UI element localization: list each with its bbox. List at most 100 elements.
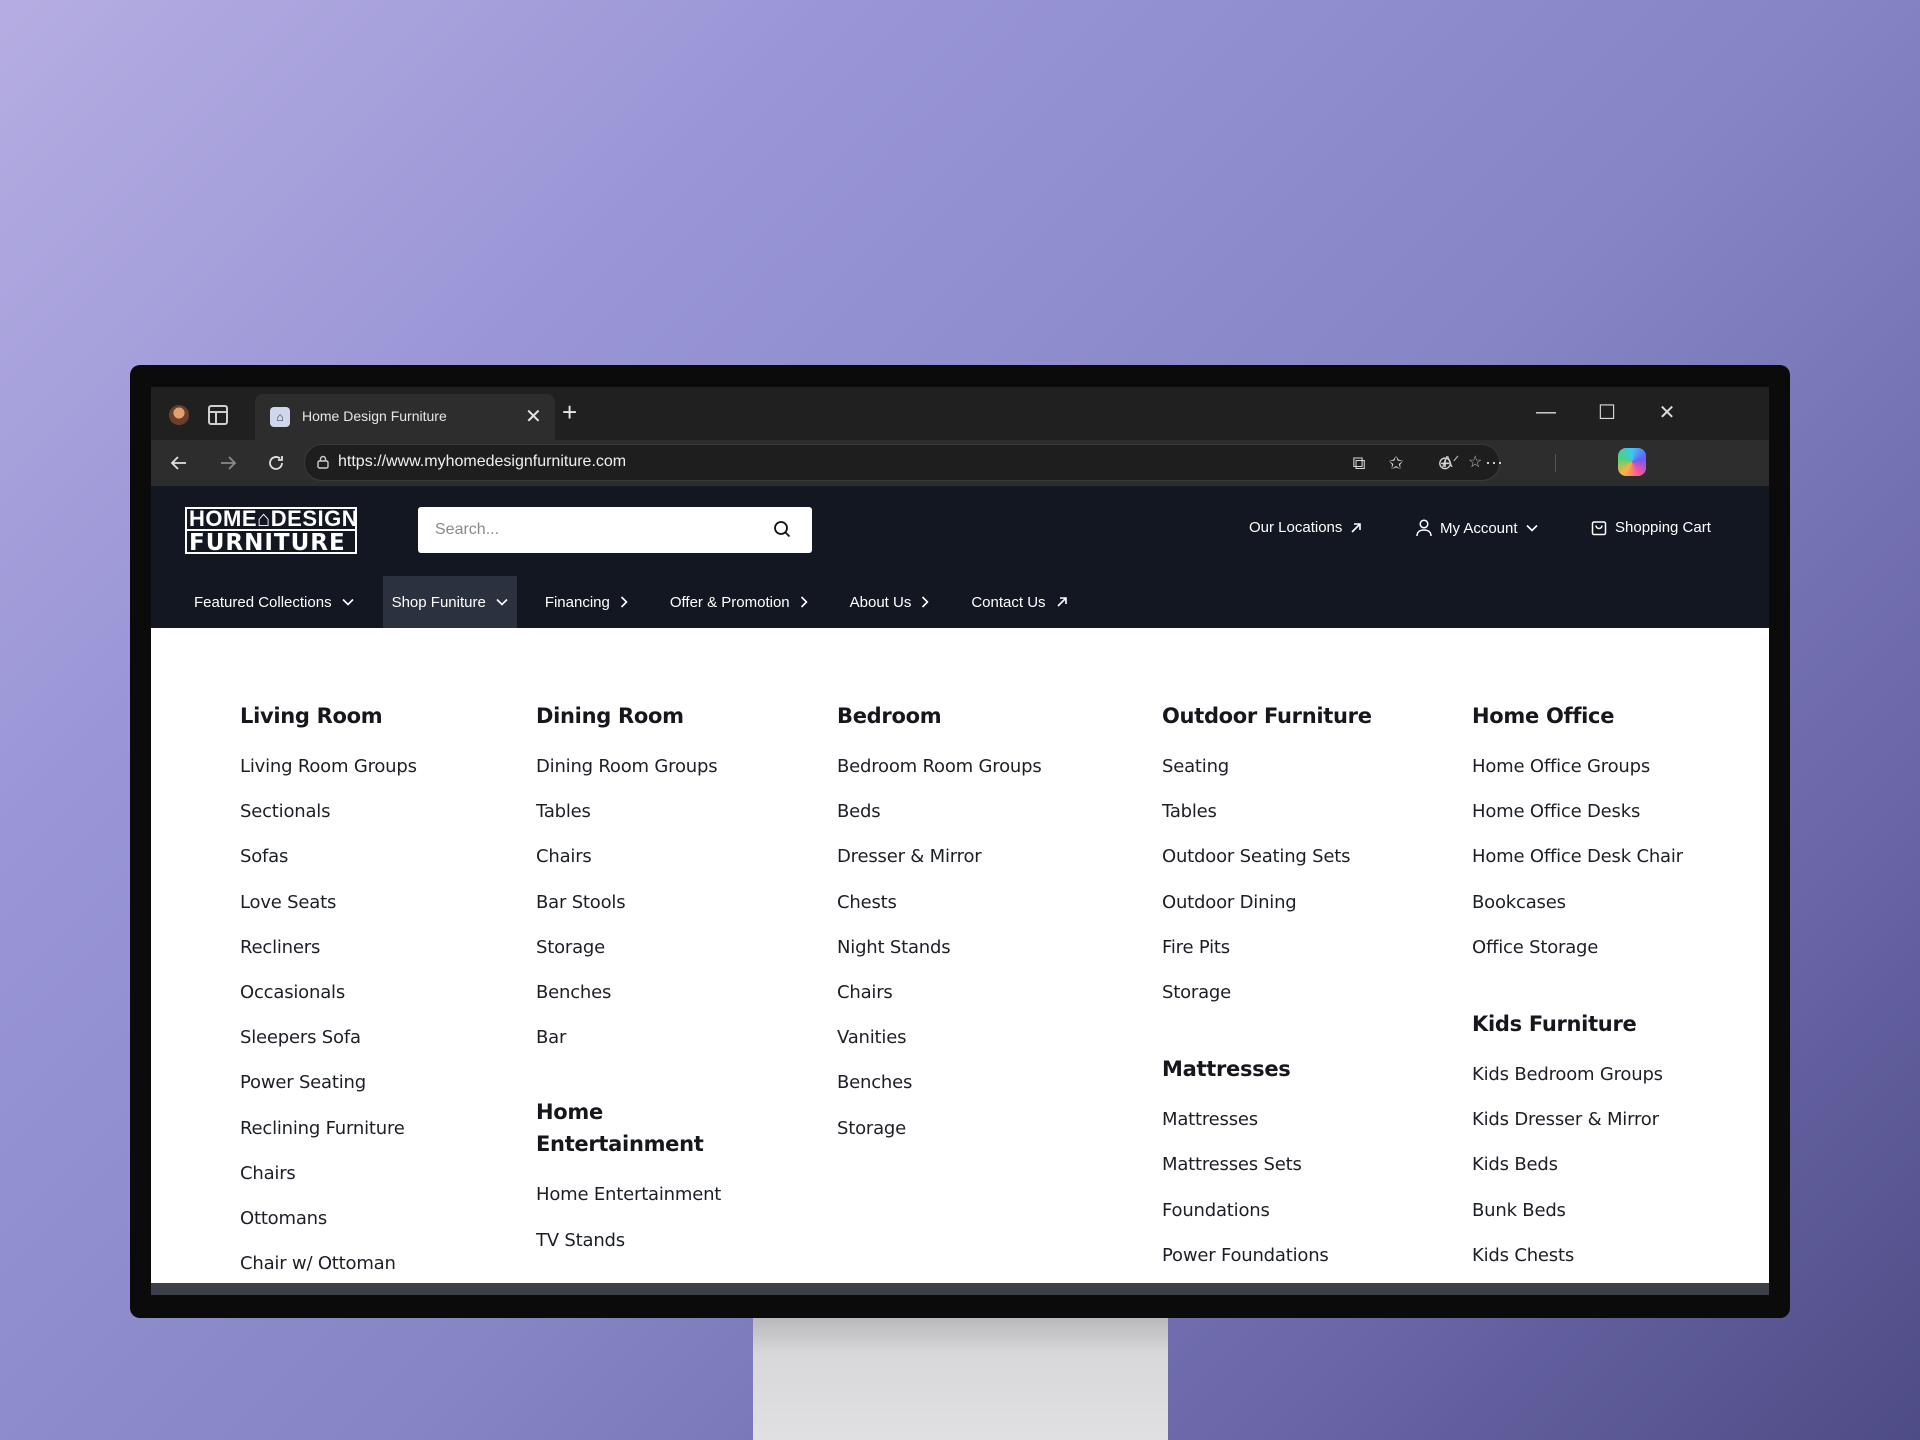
menu-link[interactable]: TV Stands [536, 1218, 721, 1263]
bedroom-heading[interactable]: Bedroom [837, 700, 1042, 732]
tab-actions-icon[interactable] [208, 405, 228, 425]
chevron-right-icon [800, 596, 808, 608]
menu-link[interactable]: Chests [837, 880, 1042, 925]
nav-shop-furniture[interactable]: Shop Funiture [382, 576, 517, 628]
monitor: ⌂ Home Design Furniture ✕ + — ☐ ✕ https:… [130, 365, 1790, 1318]
mattresses-heading[interactable]: Mattresses [1162, 1053, 1372, 1085]
refresh-icon[interactable] [261, 448, 291, 478]
menu-link[interactable]: Kids Chests [1472, 1233, 1683, 1278]
collections-icon[interactable]: ⊕ [1432, 450, 1458, 476]
menu-link[interactable]: Fire Pits [1162, 925, 1372, 970]
shopping-cart-link[interactable]: Shopping Cart [1591, 519, 1711, 536]
my-account-link[interactable]: My Account [1416, 519, 1538, 537]
nav-offer-promotion[interactable]: Offer & Promotion [661, 576, 817, 628]
search-input[interactable] [418, 507, 758, 553]
menu-link[interactable]: Dresser & Mirror [837, 834, 1042, 879]
menu-link[interactable]: Chairs [240, 1151, 417, 1196]
back-icon[interactable] [164, 448, 194, 478]
forward-icon[interactable] [213, 448, 243, 478]
kids-furniture-heading[interactable]: Kids Furniture [1472, 1008, 1683, 1040]
nav-label: Shop Funiture [391, 593, 486, 611]
menu-link[interactable]: Home Office Desks [1472, 789, 1683, 834]
menu-link[interactable]: Bar Stools [536, 880, 721, 925]
outdoor-furniture-column: Outdoor Furniture Seating Tables Outdoor… [1162, 700, 1372, 1278]
home-entertainment-heading[interactable]: Home Entertainment [536, 1096, 721, 1160]
logo-line-2: FURNITURE [185, 529, 357, 555]
menu-link[interactable]: Dining Room Groups [536, 744, 721, 789]
new-tab-icon[interactable]: + [562, 397, 577, 428]
lock-icon [317, 455, 329, 469]
menu-link[interactable]: Kids Dresser & Mirror [1472, 1097, 1683, 1142]
menu-link[interactable]: Home Office Desk Chair [1472, 834, 1683, 879]
outdoor-furniture-heading[interactable]: Outdoor Furniture [1162, 700, 1372, 732]
menu-link[interactable]: Home Office Groups [1472, 744, 1683, 789]
tab-bar: ⌂ Home Design Furniture ✕ + — ☐ ✕ [151, 387, 1769, 440]
menu-link[interactable]: Office Storage [1472, 925, 1683, 970]
nav-about-us[interactable]: About Us [841, 576, 939, 628]
dining-room-heading[interactable]: Dining Room [536, 700, 721, 732]
menu-link[interactable]: Bedroom Room Groups [837, 744, 1042, 789]
heading-line-2: Entertainment [536, 1132, 704, 1157]
menu-link[interactable]: Foundations [1162, 1188, 1372, 1233]
site-logo[interactable]: HOME⌂DESIGN FURNITURE [185, 507, 358, 555]
menu-link[interactable]: Vanities [837, 1015, 1042, 1060]
more-menu-icon[interactable]: ⋯ [1481, 450, 1507, 476]
our-locations-link[interactable]: Our Locations [1249, 519, 1362, 536]
nav-financing[interactable]: Financing [536, 576, 637, 628]
menu-link[interactable]: Mattresses Sets [1162, 1142, 1372, 1187]
menu-link[interactable]: Benches [536, 970, 721, 1015]
menu-link[interactable]: Chairs [536, 834, 721, 879]
address-toolbar: https://www.myhomedesignfurniture.com A͏… [151, 440, 1769, 486]
menu-link[interactable]: Tables [536, 789, 721, 834]
menu-link[interactable]: Ottomans [240, 1196, 417, 1241]
menu-link[interactable]: Reclining Furniture [240, 1106, 417, 1151]
home-office-heading[interactable]: Home Office [1472, 700, 1683, 732]
menu-link[interactable]: Outdoor Seating Sets [1162, 834, 1372, 879]
menu-link[interactable]: Chair w/ Ottoman [240, 1241, 417, 1286]
user-icon [1416, 519, 1432, 537]
menu-link[interactable]: Sofas [240, 834, 417, 879]
menu-link[interactable]: Sleepers Sofa [240, 1015, 417, 1060]
minimize-icon[interactable]: — [1526, 397, 1566, 427]
menu-link[interactable]: Beds [837, 789, 1042, 834]
menu-link[interactable]: Seating [1162, 744, 1372, 789]
nav-contact-us[interactable]: Contact Us [962, 576, 1076, 628]
menu-link[interactable]: Occasionals [240, 970, 417, 1015]
close-window-icon[interactable]: ✕ [1647, 397, 1687, 427]
menu-link[interactable]: Storage [536, 925, 721, 970]
menu-link[interactable]: Recliners [240, 925, 417, 970]
menu-link[interactable]: Love Seats [240, 880, 417, 925]
copilot-icon[interactable] [1618, 448, 1646, 476]
menu-link[interactable]: Power Foundations [1162, 1233, 1372, 1278]
address-bar[interactable]: https://www.myhomedesignfurniture.com A͏… [304, 444, 1500, 481]
menu-link[interactable]: Storage [1162, 970, 1372, 1015]
url-text: https://www.myhomedesignfurniture.com [338, 453, 627, 470]
menu-link[interactable]: Night Stands [837, 925, 1042, 970]
search-icon[interactable] [773, 520, 791, 538]
living-room-heading[interactable]: Living Room [240, 700, 417, 732]
menu-link[interactable]: Outdoor Dining [1162, 880, 1372, 925]
profile-avatar-icon[interactable] [169, 405, 189, 425]
menu-link[interactable]: Benches [837, 1060, 1042, 1105]
favorites-icon[interactable]: ✩ [1383, 450, 1409, 476]
menu-link[interactable]: Sectionals [240, 789, 417, 834]
nav-featured-collections[interactable]: Featured Collections [185, 576, 363, 628]
maximize-icon[interactable]: ☐ [1587, 397, 1627, 427]
menu-link[interactable]: Mattresses [1162, 1097, 1372, 1142]
nav-label: Offer & Promotion [669, 593, 790, 611]
menu-link[interactable]: Kids Beds [1472, 1142, 1683, 1187]
extensions-icon[interactable]: ⧉ [1346, 450, 1372, 476]
menu-link[interactable]: Power Seating [240, 1060, 417, 1105]
menu-link[interactable]: Tables [1162, 789, 1372, 834]
menu-link[interactable]: Bar [536, 1015, 721, 1060]
browser-window: ⌂ Home Design Furniture ✕ + — ☐ ✕ https:… [151, 387, 1769, 1295]
menu-link[interactable]: Kids Bedroom Groups [1472, 1052, 1683, 1097]
menu-link[interactable]: Bookcases [1472, 880, 1683, 925]
menu-link[interactable]: Home Entertainment [536, 1172, 721, 1217]
menu-link[interactable]: Bunk Beds [1472, 1188, 1683, 1233]
menu-link[interactable]: Storage [837, 1106, 1042, 1151]
close-tab-icon[interactable]: ✕ [525, 404, 542, 429]
menu-link[interactable]: Chairs [837, 970, 1042, 1015]
browser-tab[interactable]: ⌂ Home Design Furniture ✕ [255, 394, 555, 440]
menu-link[interactable]: Living Room Groups [240, 744, 417, 789]
